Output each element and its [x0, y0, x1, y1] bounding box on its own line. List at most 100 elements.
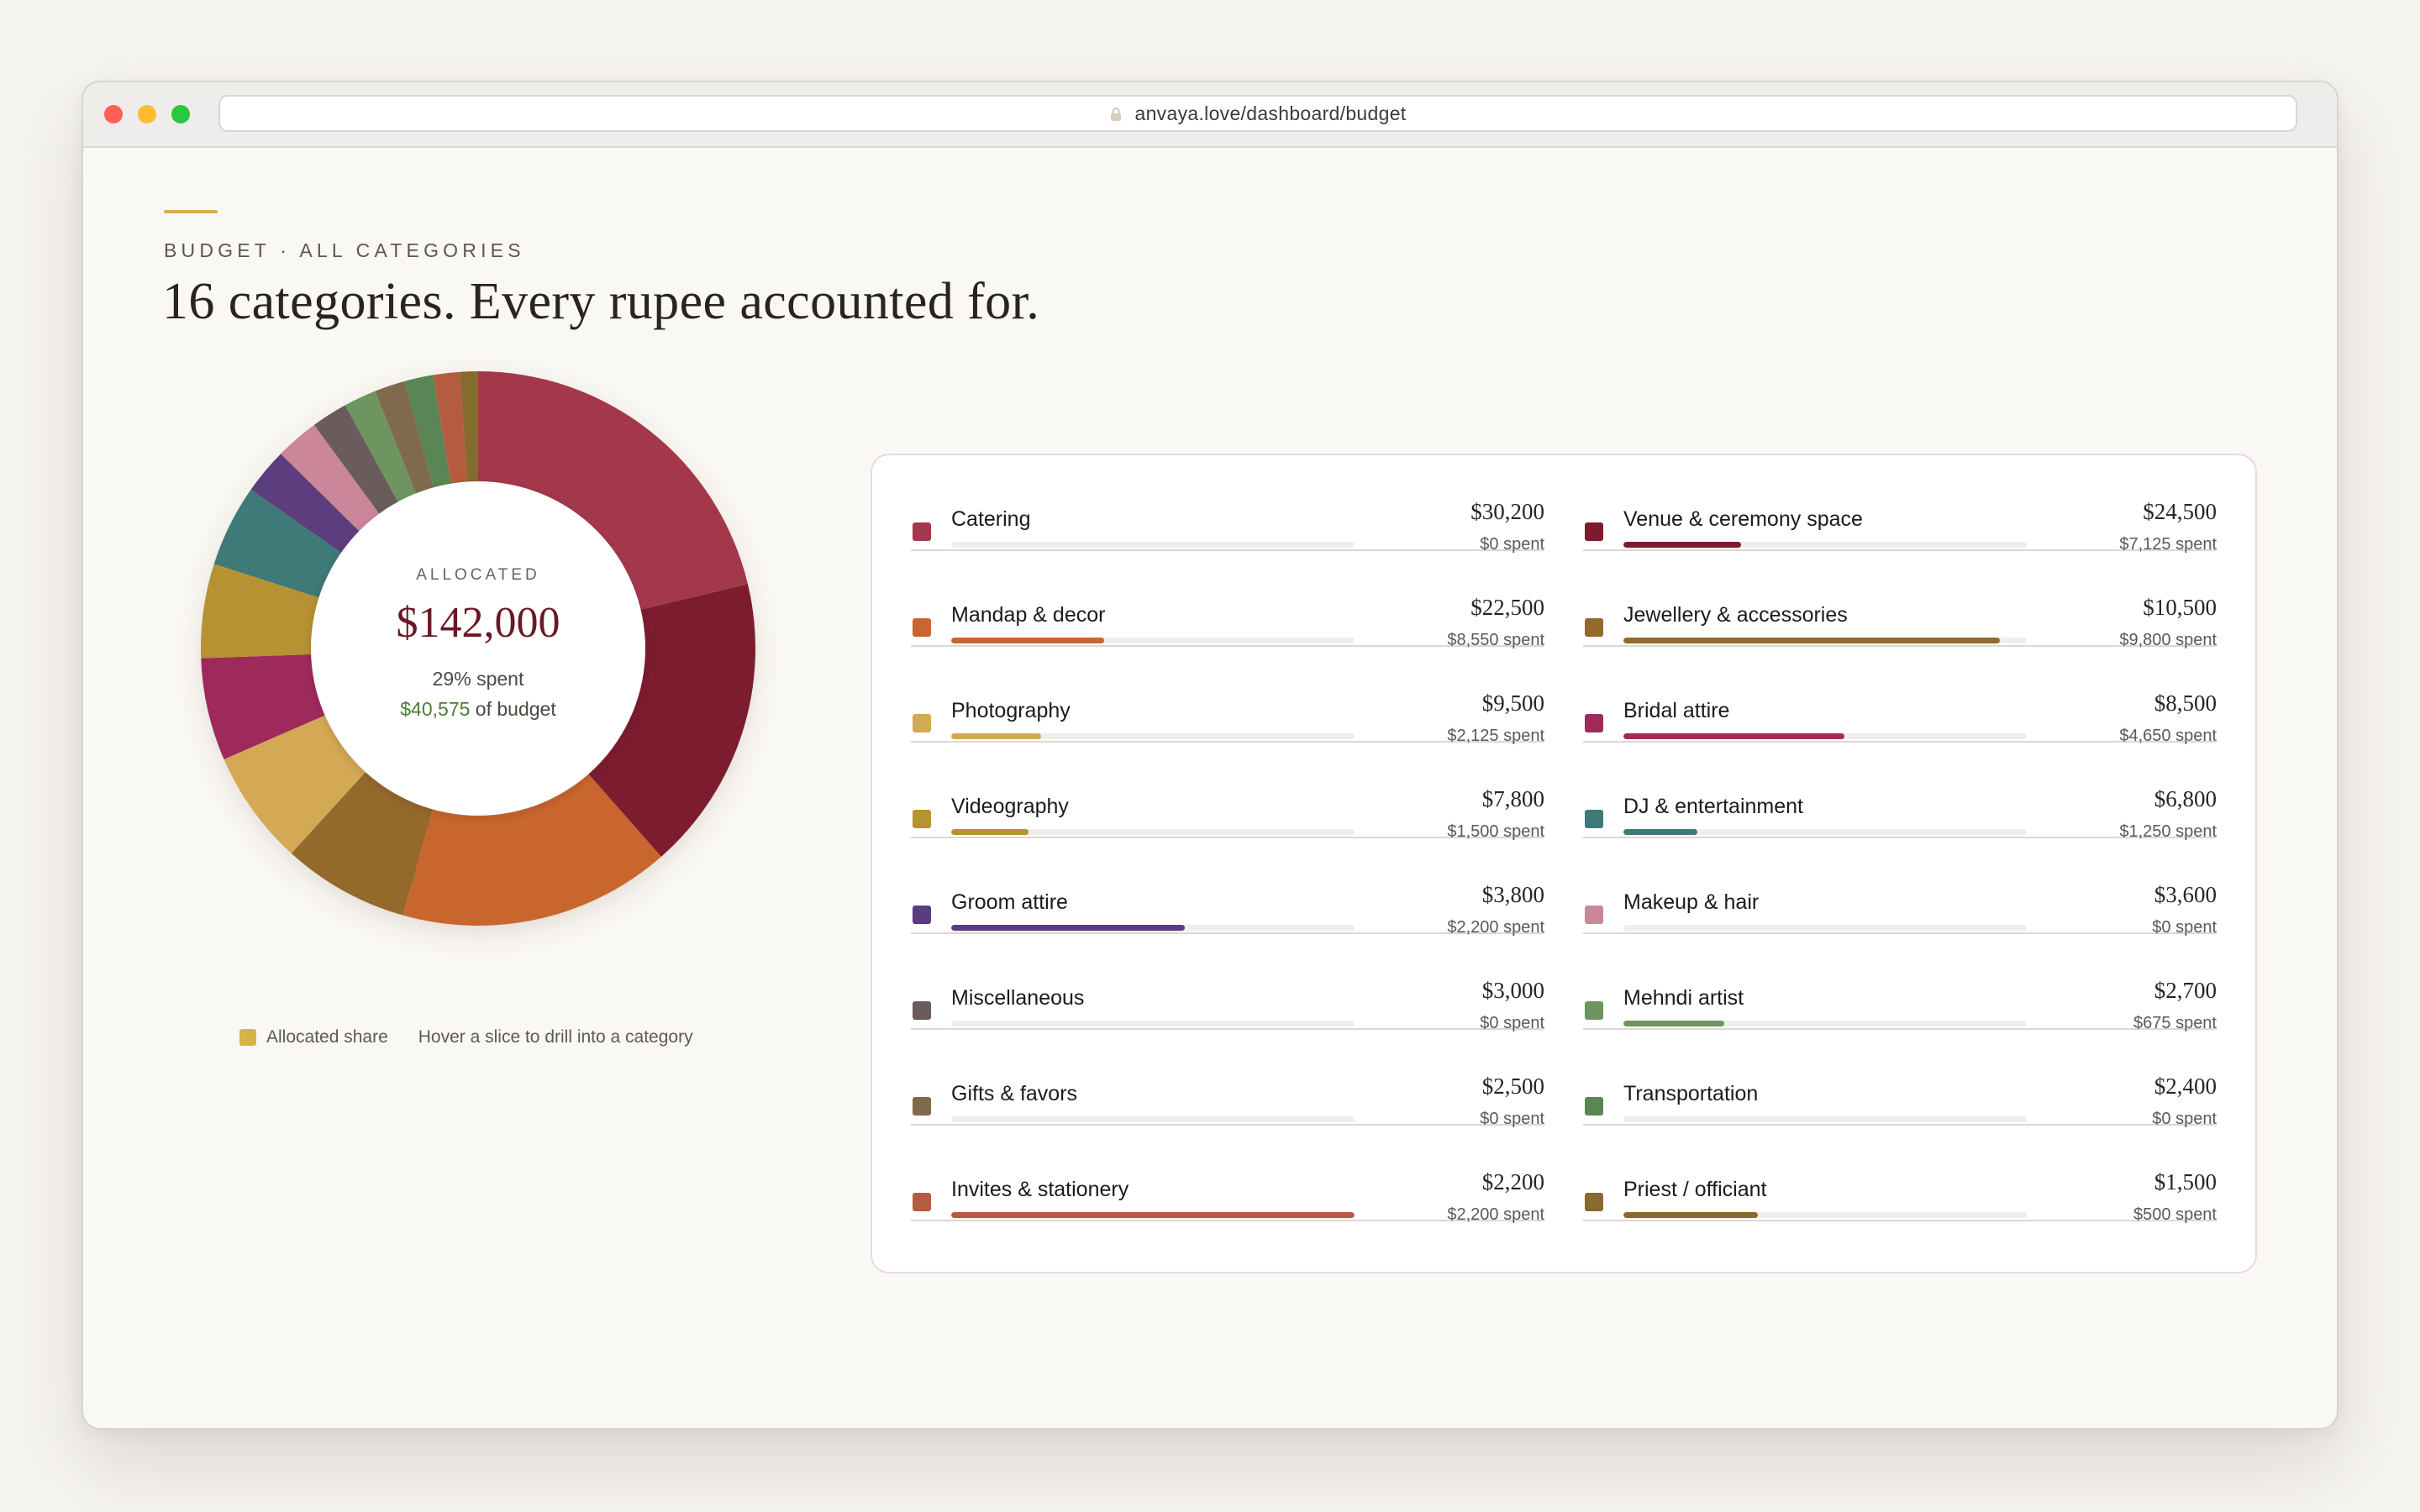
- category-name: Transportation: [1623, 1082, 1759, 1105]
- close-window-button[interactable]: [104, 105, 123, 123]
- category-amount: $2,700: [2154, 978, 2217, 1003]
- category-row[interactable]: Mandap & decor $22,500 $8,550 spent: [911, 551, 1544, 649]
- lock-icon: [1110, 108, 1121, 121]
- category-swatch: [1585, 1193, 1603, 1211]
- legend-swatch: [239, 1029, 256, 1046]
- spent-progress-fill: [1623, 1021, 1724, 1026]
- category-row[interactable]: Transportation $2,400 $0 spent: [1583, 1030, 2217, 1128]
- spent-progress-fill: [951, 829, 1029, 835]
- spent-progress-track: [951, 1116, 1355, 1122]
- category-swatch: [913, 1193, 931, 1211]
- category-swatch: [913, 1001, 931, 1020]
- category-amount: $3,800: [1481, 882, 1544, 907]
- category-swatch: [1585, 522, 1603, 541]
- spent-progress-track: [1623, 733, 2027, 739]
- spent-progress-track: [1623, 1212, 2027, 1218]
- spent-progress-fill: [951, 733, 1042, 739]
- category-swatch: [913, 618, 931, 637]
- category-name: Venue & ceremony space: [1623, 507, 1863, 531]
- category-amount: $22,500: [1470, 595, 1544, 620]
- category-row[interactable]: DJ & entertainment $6,800 $1,250 spent: [1583, 743, 2217, 841]
- category-row[interactable]: Groom attire $3,800 $2,200 spent: [911, 838, 1544, 937]
- category-amount: $9,500: [1481, 690, 1544, 716]
- allocated-label: ALLOCATED: [416, 566, 540, 584]
- category-amount: $2,200: [1481, 1169, 1544, 1194]
- category-amount: $1,500: [2154, 1169, 2217, 1194]
- category-amount: $8,500: [2154, 690, 2217, 716]
- category-name: Jewellery & accessories: [1623, 603, 1848, 627]
- category-swatch: [913, 810, 931, 828]
- category-swatch: [913, 906, 931, 924]
- category-name: Priest / officiant: [1623, 1178, 1767, 1201]
- category-list-card: Catering $30,200 $0 spent Mandap & decor $22…: [871, 454, 2257, 1273]
- spent-progress-track: [1623, 1116, 2027, 1122]
- category-row[interactable]: Videography $7,800 $1,500 spent: [911, 743, 1544, 841]
- category-name: DJ & entertainment: [1623, 795, 1803, 818]
- category-name: Mandap & decor: [951, 603, 1106, 627]
- spent-progress-track: [951, 1021, 1355, 1026]
- address-bar[interactable]: anvaya.love/dashboard/budget: [218, 95, 2297, 132]
- spent-progress-track: [1623, 542, 2027, 548]
- category-row[interactable]: Miscellaneous $3,000 $0 spent: [911, 934, 1544, 1032]
- maximize-window-button[interactable]: [171, 105, 190, 123]
- browser-window: anvaya.love/dashboard/budget BUDGET · AL…: [82, 81, 2338, 1430]
- address-bar-url: anvaya.love/dashboard/budget: [1134, 102, 1407, 124]
- category-name: Videography: [951, 795, 1069, 818]
- category-amount: $3,000: [1481, 978, 1544, 1003]
- category-name: Mehndi artist: [1623, 986, 1744, 1010]
- category-spent: $2,200 spent: [1447, 1205, 1544, 1224]
- category-row[interactable]: Mehndi artist $2,700 $675 spent: [1583, 934, 2217, 1032]
- spent-amount: $40,575: [400, 698, 471, 720]
- donut-legend: Allocated share Hover a slice to drill i…: [239, 1027, 693, 1047]
- category-row[interactable]: Priest / officiant $1,500 $500 spent: [1583, 1126, 2217, 1224]
- category-row[interactable]: Makeup & hair $3,600 $0 spent: [1583, 838, 2217, 937]
- spent-progress-track: [951, 542, 1355, 548]
- spent-progress-fill: [951, 1212, 1355, 1218]
- category-swatch: [913, 522, 931, 541]
- category-amount: $2,400: [2154, 1074, 2217, 1099]
- category-row[interactable]: Jewellery & accessories $10,500 $9,800 spe…: [1583, 551, 2217, 649]
- category-name: Bridal attire: [1623, 699, 1730, 722]
- accent-rule: [164, 210, 218, 213]
- spent-progress-track: [951, 733, 1355, 739]
- donut-center: ALLOCATED $142,000 29% spent $40,575 of …: [201, 371, 755, 926]
- dashboard-content: BUDGET · ALL CATEGORIES 16 categories. E…: [83, 148, 2337, 1428]
- category-swatch: [1585, 714, 1603, 732]
- spent-progress-fill: [1623, 733, 1844, 739]
- category-name: Makeup & hair: [1623, 890, 1760, 914]
- allocated-amount: $142,000: [396, 599, 560, 647]
- spent-progress-track: [1623, 638, 2027, 643]
- budget-donut-chart: ALLOCATED $142,000 29% spent $40,575 of …: [201, 371, 756, 926]
- page-eyebrow: BUDGET · ALL CATEGORIES: [164, 239, 525, 261]
- minimize-window-button[interactable]: [138, 105, 156, 123]
- spent-progress-track: [951, 829, 1355, 835]
- category-row[interactable]: Photography $9,500 $2,125 spent: [911, 647, 1544, 745]
- spent-progress-track: [951, 925, 1355, 931]
- category-row[interactable]: Gifts & favors $2,500 $0 spent: [911, 1030, 1544, 1128]
- category-row[interactable]: Venue & ceremony space $24,500 $7,125 spen…: [1583, 455, 2217, 554]
- spent-percentage: 29% spent: [432, 668, 524, 690]
- category-amount: $24,500: [2143, 499, 2217, 524]
- category-name: Groom attire: [951, 890, 1068, 914]
- category-row[interactable]: Catering $30,200 $0 spent: [911, 455, 1544, 554]
- category-amount: $30,200: [1470, 499, 1544, 524]
- category-swatch: [1585, 1001, 1603, 1020]
- category-swatch: [913, 1097, 931, 1116]
- category-name: Miscellaneous: [951, 986, 1085, 1010]
- category-row[interactable]: Bridal attire $8,500 $4,650 spent: [1583, 647, 2217, 745]
- category-swatch: [1585, 1097, 1603, 1116]
- category-name: Invites & stationery: [951, 1178, 1129, 1201]
- category-swatch: [1585, 618, 1603, 637]
- category-row[interactable]: Invites & stationery $2,200 $2,200 spent: [911, 1126, 1544, 1224]
- spent-progress-track: [1623, 925, 2027, 931]
- spent-progress-fill: [951, 638, 1105, 643]
- spent-progress-track: [951, 1212, 1355, 1218]
- spent-of-budget: $40,575 of budget: [201, 698, 755, 721]
- spent-progress-track: [1623, 1021, 2027, 1026]
- category-amount: $10,500: [2143, 595, 2217, 620]
- category-column-right: Venue & ceremony space $24,500 $7,125 spen…: [1583, 455, 2217, 1224]
- legend-hint: Hover a slice to drill into a category: [418, 1027, 693, 1047]
- category-amount: $3,600: [2154, 882, 2217, 907]
- category-column-left: Catering $30,200 $0 spent Mandap & decor $22…: [911, 455, 1544, 1224]
- category-name: Photography: [951, 699, 1071, 722]
